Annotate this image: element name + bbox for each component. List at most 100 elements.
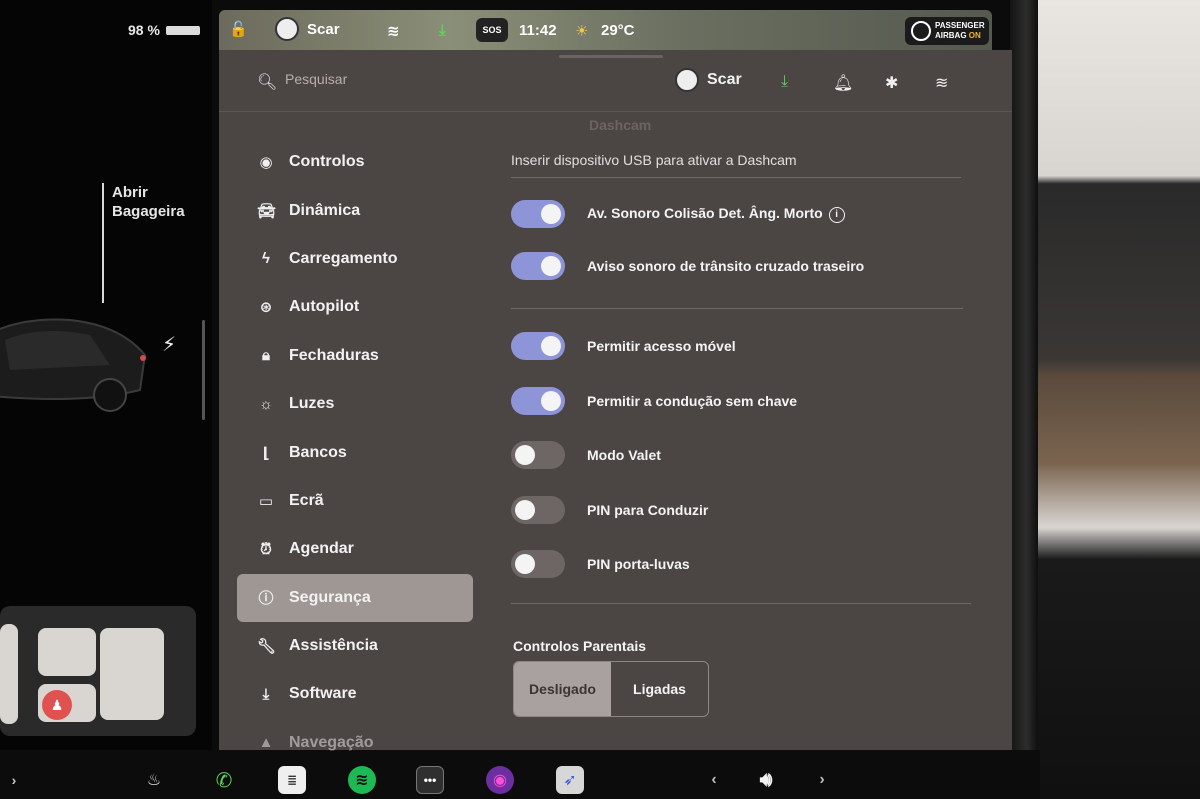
battery-icon [165, 25, 200, 35]
sidebar-item-bancos[interactable]: ⌊ Bancos [237, 428, 473, 476]
toggle-knob [541, 391, 561, 411]
sidebar-item-luzes[interactable]: ☼ Luzes [237, 380, 473, 428]
seat-heater-panel [0, 606, 196, 736]
toggle-row-glovebox-pin[interactable]: PIN porta-luvas [511, 550, 690, 578]
dashcam-header: Dashcam [589, 117, 652, 133]
wifi-status-icon: ≋ [387, 23, 400, 40]
chevron-right-icon[interactable]: › [0, 766, 28, 794]
toggle-row-cross-traffic[interactable]: Aviso sonoro de trânsito cruzado traseir… [511, 252, 864, 280]
download-icon[interactable]: ⤓ [781, 73, 788, 91]
temperature: 29°C [601, 22, 635, 39]
toggle-row-blind-spot[interactable]: Av. Sonoro Colisão Det. Âng. Morto i [511, 200, 845, 228]
app-dock: › ♨ ✆ ≣ ≋ ••• ◉ ➶ ‹ 🔊︎ › [0, 758, 1010, 799]
sidebar-item-dinamica[interactable]: 🚘︎ Dinâmica [237, 186, 473, 234]
parental-on-option[interactable]: Ligadas [611, 662, 708, 716]
cross-traffic-chime-toggle[interactable] [511, 252, 565, 280]
alarm-clock-icon: ⏰︎ [260, 540, 272, 558]
glovebox-pin-toggle[interactable] [511, 550, 565, 578]
settings-topbar: 🔍︎ Scar ⤓ 🔔︎ ✱ ≋ [219, 50, 1012, 112]
sidebar-item-autopilot[interactable]: ⊛ Autopilot [237, 283, 473, 331]
screen: 98 % Abrir Bagageira ⚡ ♟ 🔓 Scar ≋ ⤓ SOS … [0, 0, 1200, 799]
seat-front[interactable] [38, 628, 96, 676]
status-user-name: Scar [307, 20, 340, 38]
seatbelt-warning-icon: ♟ [42, 690, 72, 720]
valet-mode-toggle[interactable] [511, 441, 565, 469]
volume-up-chevron-icon[interactable]: › [808, 766, 836, 794]
divider [511, 308, 963, 309]
mobile-access-toggle[interactable] [511, 332, 565, 360]
sidebar-item-label: Carregamento [289, 249, 398, 267]
sidebar-item-software[interactable]: ⤓ Software [237, 670, 473, 718]
divider [511, 177, 961, 178]
weather-sun-icon: ☀ [575, 23, 589, 40]
volume-icon[interactable]: 🔊︎ [752, 766, 780, 794]
car-view-panel: 98 % Abrir Bagageira ⚡ ♟ [0, 0, 212, 750]
info-icon[interactable]: i [828, 206, 845, 223]
open-trunk-button[interactable]: Abrir Bagageira [112, 183, 185, 221]
camera-icon[interactable]: ◉ [486, 766, 514, 794]
sidebar-item-label: Agendar [289, 540, 354, 558]
wifi-icon[interactable]: ≋ [935, 73, 948, 93]
sidebar-item-label: Ecrã [289, 491, 324, 509]
search-icon[interactable]: 🔍︎ [257, 72, 277, 92]
alert-circle-icon: ⓘ [258, 590, 274, 608]
blind-spot-chime-toggle[interactable] [511, 200, 565, 228]
car-icon [0, 318, 147, 412]
seat-rear-left[interactable] [0, 624, 18, 724]
toggle-knob [541, 336, 561, 356]
topbar-avatar [675, 68, 699, 92]
toggle-row-keyless-drive[interactable]: Permitir a condução sem chave [511, 387, 797, 415]
toggle-row-pin-to-drive[interactable]: PIN para Conduzir [511, 496, 708, 524]
trunk-pointer-line [102, 183, 104, 303]
topbar-profile-button[interactable]: Scar [675, 68, 742, 92]
toggle-label: Aviso sonoro de trânsito cruzado traseir… [587, 258, 865, 274]
parental-off-option[interactable]: Desligado [514, 662, 611, 716]
download-icon: ⤓ [262, 685, 270, 703]
seat-rear[interactable] [100, 628, 164, 720]
notes-icon[interactable]: ≣ [278, 766, 306, 794]
volume-down-chevron-icon[interactable]: ‹ [700, 766, 728, 794]
profile-button[interactable]: Scar [275, 17, 340, 41]
sidebar-item-assistencia[interactable]: 🔧︎ Assistência [237, 622, 473, 670]
airbag-state: ON [968, 31, 981, 40]
sidebar-item-label: Software [289, 685, 357, 703]
battery-indicator: 98 % [128, 22, 200, 38]
toggle-row-valet-mode[interactable]: Modo Valet [511, 441, 661, 469]
bell-icon[interactable]: 🔔︎ [833, 73, 853, 93]
toggle-knob [515, 500, 535, 520]
sidebar-item-carregamento[interactable]: ϟ Carregamento [237, 235, 473, 283]
keyless-drive-toggle[interactable] [511, 387, 565, 415]
charge-port-icon[interactable]: ⚡ [162, 332, 176, 357]
toggle-knob [515, 445, 535, 465]
panel-divider-handle[interactable] [202, 320, 205, 420]
phone-icon[interactable]: ✆ [210, 766, 238, 794]
avatar [275, 17, 299, 41]
pin-to-drive-toggle[interactable] [511, 496, 565, 524]
airbag-icon [911, 21, 931, 41]
lock-icon: 🔒︎ [262, 347, 270, 365]
sidebar-item-label: Assistência [289, 637, 378, 655]
sidebar-item-fechaduras[interactable]: 🔒︎ Fechaduras [237, 332, 473, 380]
search-input[interactable] [285, 71, 485, 87]
sidebar-item-label: Segurança [289, 588, 371, 606]
toggle-label: PIN para Conduzir [587, 502, 709, 518]
toggle-row-mobile-access[interactable]: Permitir acesso móvel [511, 332, 736, 360]
download-status-icon[interactable]: ⤓ [439, 22, 446, 39]
bluetooth-icon[interactable]: ✱ [885, 73, 898, 93]
sidebar-item-agendar[interactable]: ⏰︎ Agendar [237, 525, 473, 573]
more-apps-icon[interactable]: ••• [416, 766, 444, 794]
battery-percent: 98 % [128, 22, 160, 38]
sos-button[interactable]: SOS [476, 18, 508, 42]
sidebar-item-label: Controlos [289, 153, 365, 171]
sidebar-item-ecra[interactable]: ▭ Ecrã [237, 477, 473, 525]
car-icon: 🚘︎ [257, 202, 277, 220]
airbag-label-line1: PASSENGER [935, 21, 985, 30]
lock-status-icon[interactable]: 🔓 [229, 20, 248, 38]
parental-controls-selector: Desligado Ligadas [513, 661, 709, 717]
defrost-icon[interactable]: ♨ [140, 766, 168, 794]
sidebar-item-seguranca[interactable]: ⓘ Segurança [237, 573, 473, 622]
bolt-icon: ϟ [262, 250, 270, 268]
sidebar-item-controlos[interactable]: ◉ Controlos [237, 138, 473, 186]
spotify-icon[interactable]: ≋ [348, 766, 376, 794]
navigation-app-icon[interactable]: ➶ [556, 766, 584, 794]
